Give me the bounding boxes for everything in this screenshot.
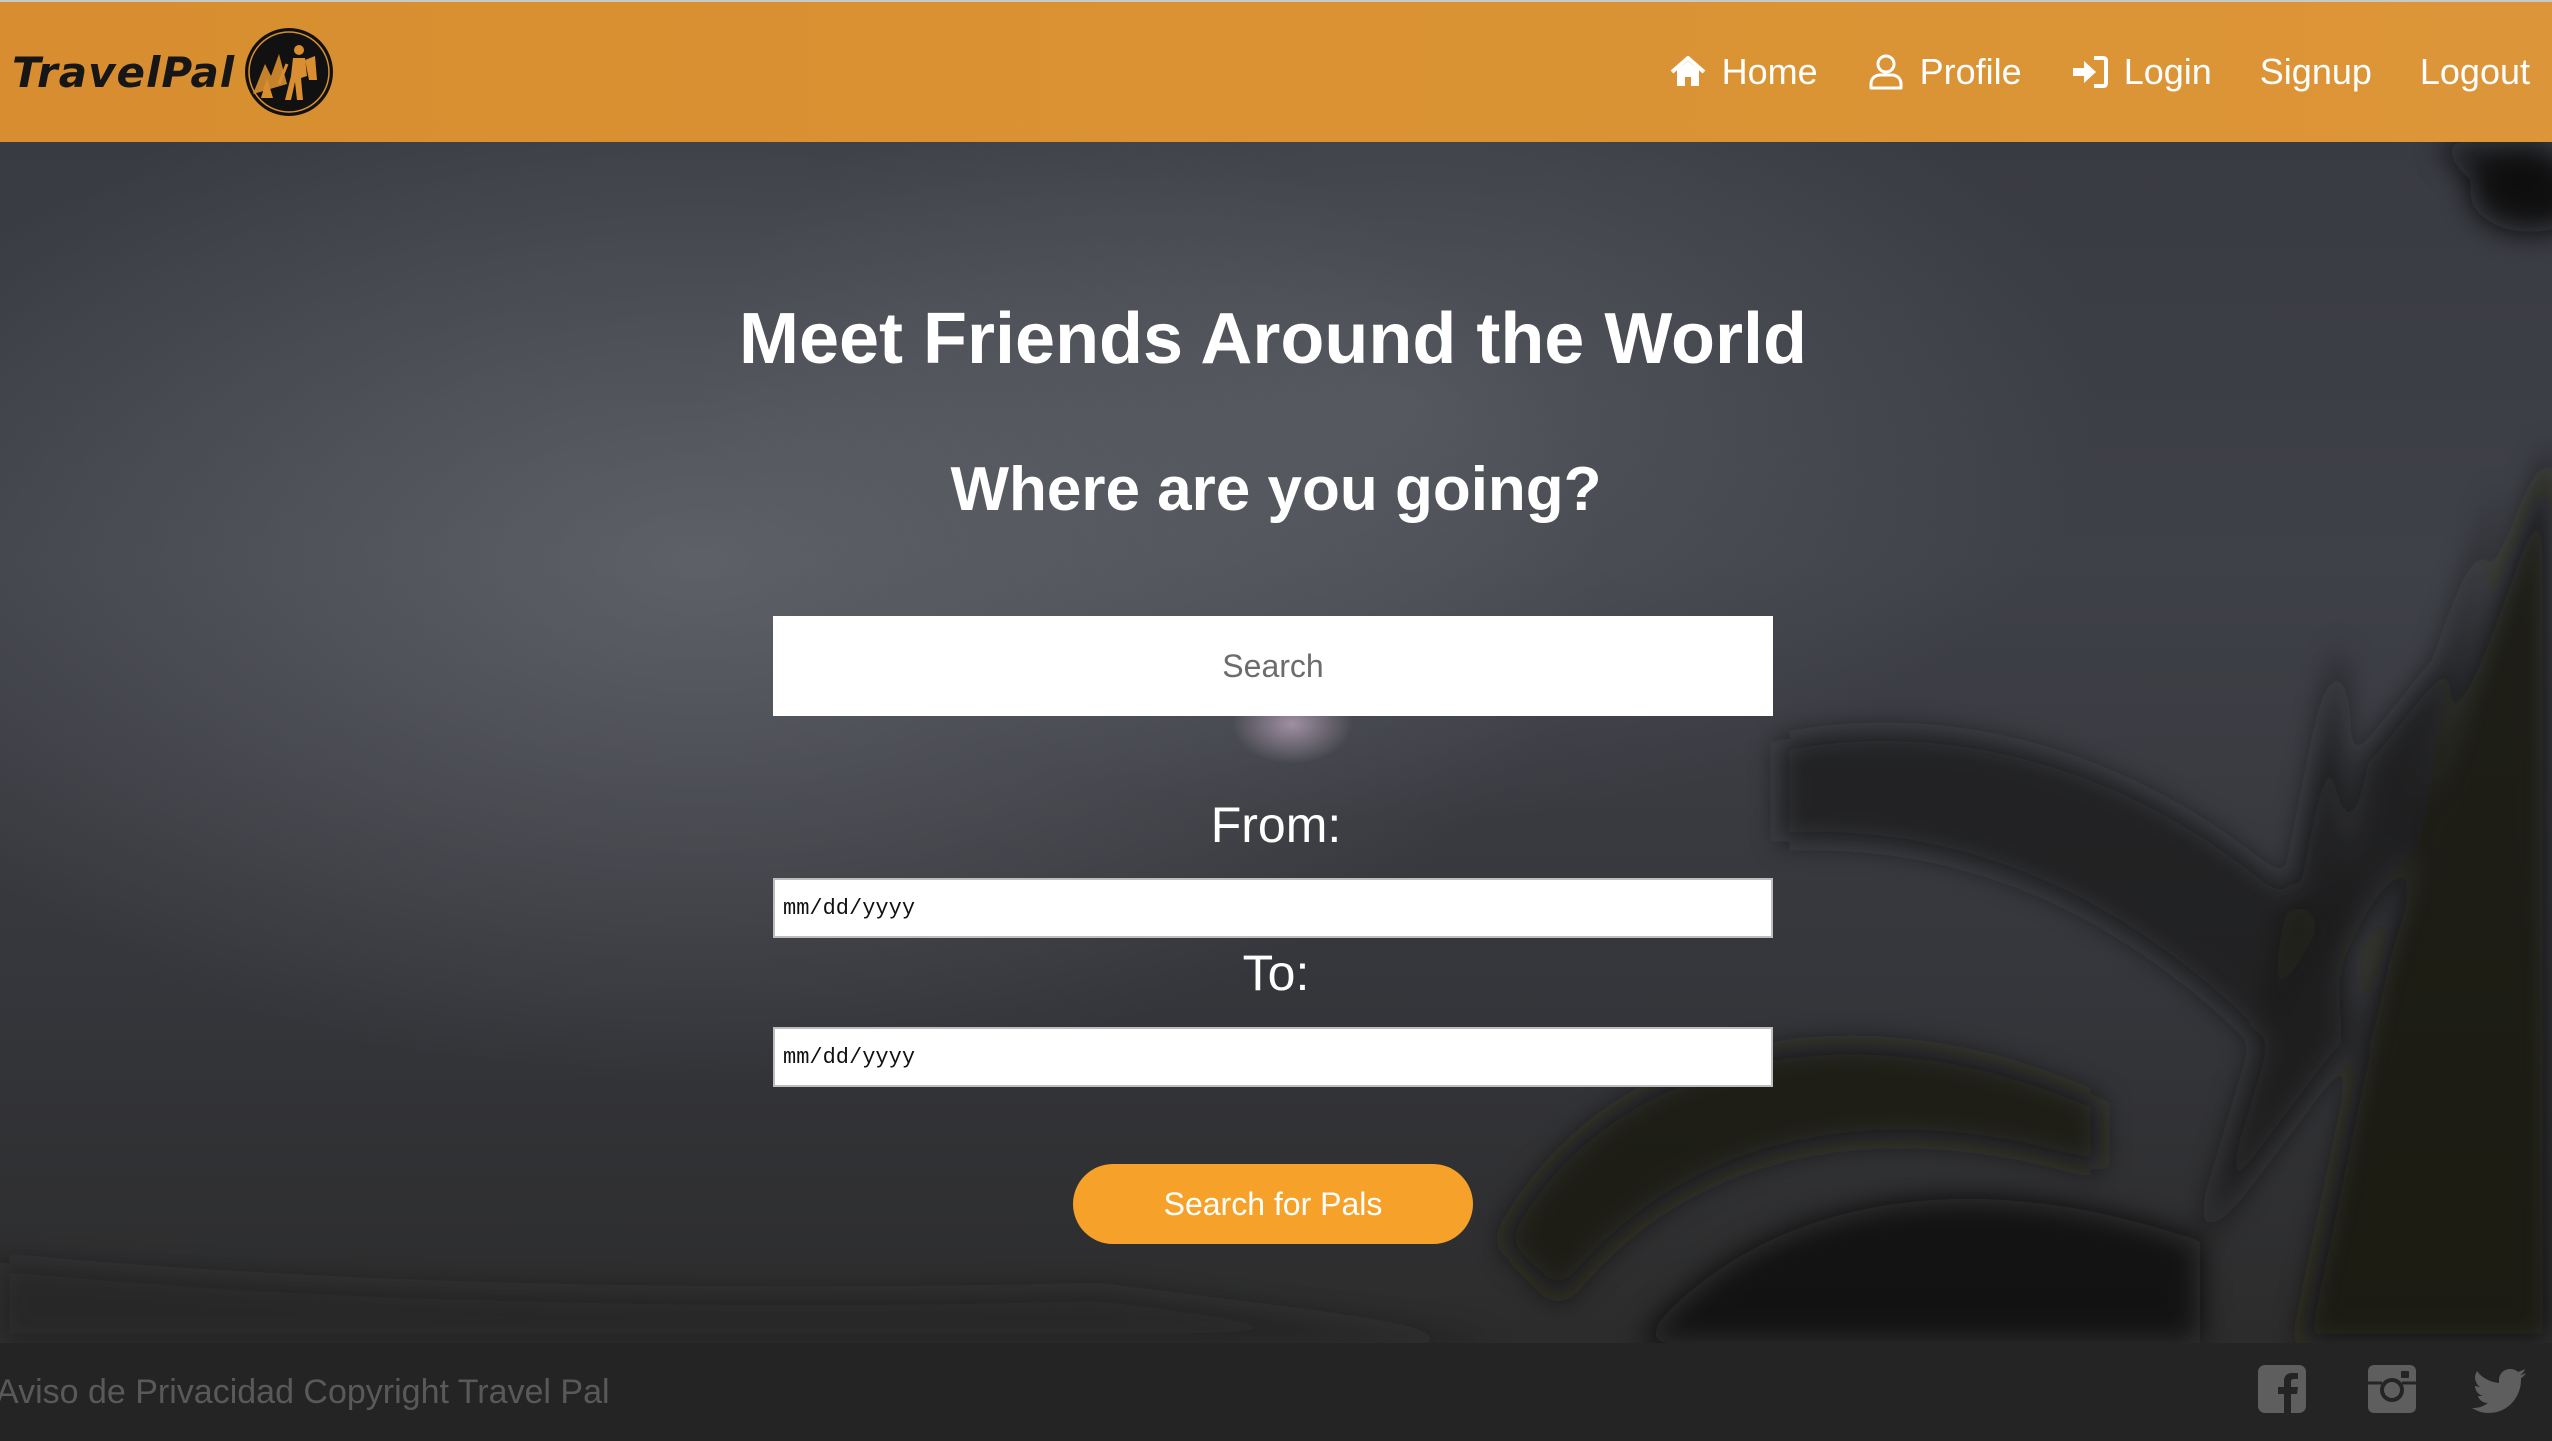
hero-section: Meet Friends Around the World Where are … [0, 142, 2552, 1343]
facebook-icon[interactable] [2256, 1363, 2308, 1415]
footer-copyright: Aviso de Privacidad Copyright Travel Pal [0, 1373, 610, 1411]
search-for-pals-button[interactable]: Search for Pals [1073, 1164, 1473, 1244]
nav-profile-label: Profile [1919, 51, 2022, 92]
destination-search-input[interactable] [773, 616, 1773, 716]
nav-signup[interactable]: Signup [2260, 51, 2372, 93]
from-label: From: [1210, 797, 1342, 853]
page-title: Meet Friends Around the World [738, 299, 1807, 379]
page-subtitle: Where are you going? [950, 455, 1602, 524]
to-date-value: mm/dd/yyyy [783, 1044, 916, 1070]
from-date-input[interactable]: mm/dd/yyyy [773, 878, 1773, 938]
home-icon [1670, 56, 1705, 86]
nav-login[interactable]: Login [2070, 51, 2212, 93]
hero-content: Meet Friends Around the World Where are … [0, 142, 2552, 1343]
nav-logout[interactable]: Logout [2420, 51, 2530, 93]
nav-home-label: Home [1721, 51, 1818, 92]
brand-link[interactable]: TravelPal [12, 2, 335, 142]
user-icon [1869, 54, 1903, 90]
navbar: TravelPal Home Profile Login Signup Logo… [0, 0, 2552, 142]
nav-logout-label: Logout [2419, 51, 2530, 92]
nav-signup-label: Signup [2259, 51, 2372, 92]
footer: Aviso de Privacidad Copyright Travel Pal [0, 1343, 2552, 1441]
twitter-icon[interactable] [2472, 1363, 2528, 1415]
nav-login-label: Login [2123, 51, 2212, 92]
nav-home[interactable]: Home [1668, 51, 1818, 93]
to-label: To: [1242, 945, 1310, 1001]
hiker-logo-icon [245, 28, 334, 116]
instagram-icon[interactable] [2366, 1363, 2418, 1415]
nav-links: Home Profile Login Signup Logout [1620, 2, 2530, 142]
sign-in-icon [2072, 56, 2108, 88]
brand-name: TravelPal [12, 47, 236, 97]
to-date-input[interactable]: mm/dd/yyyy [773, 1027, 1773, 1087]
nav-profile[interactable]: Profile [1866, 51, 2022, 93]
from-date-value: mm/dd/yyyy [783, 895, 916, 921]
